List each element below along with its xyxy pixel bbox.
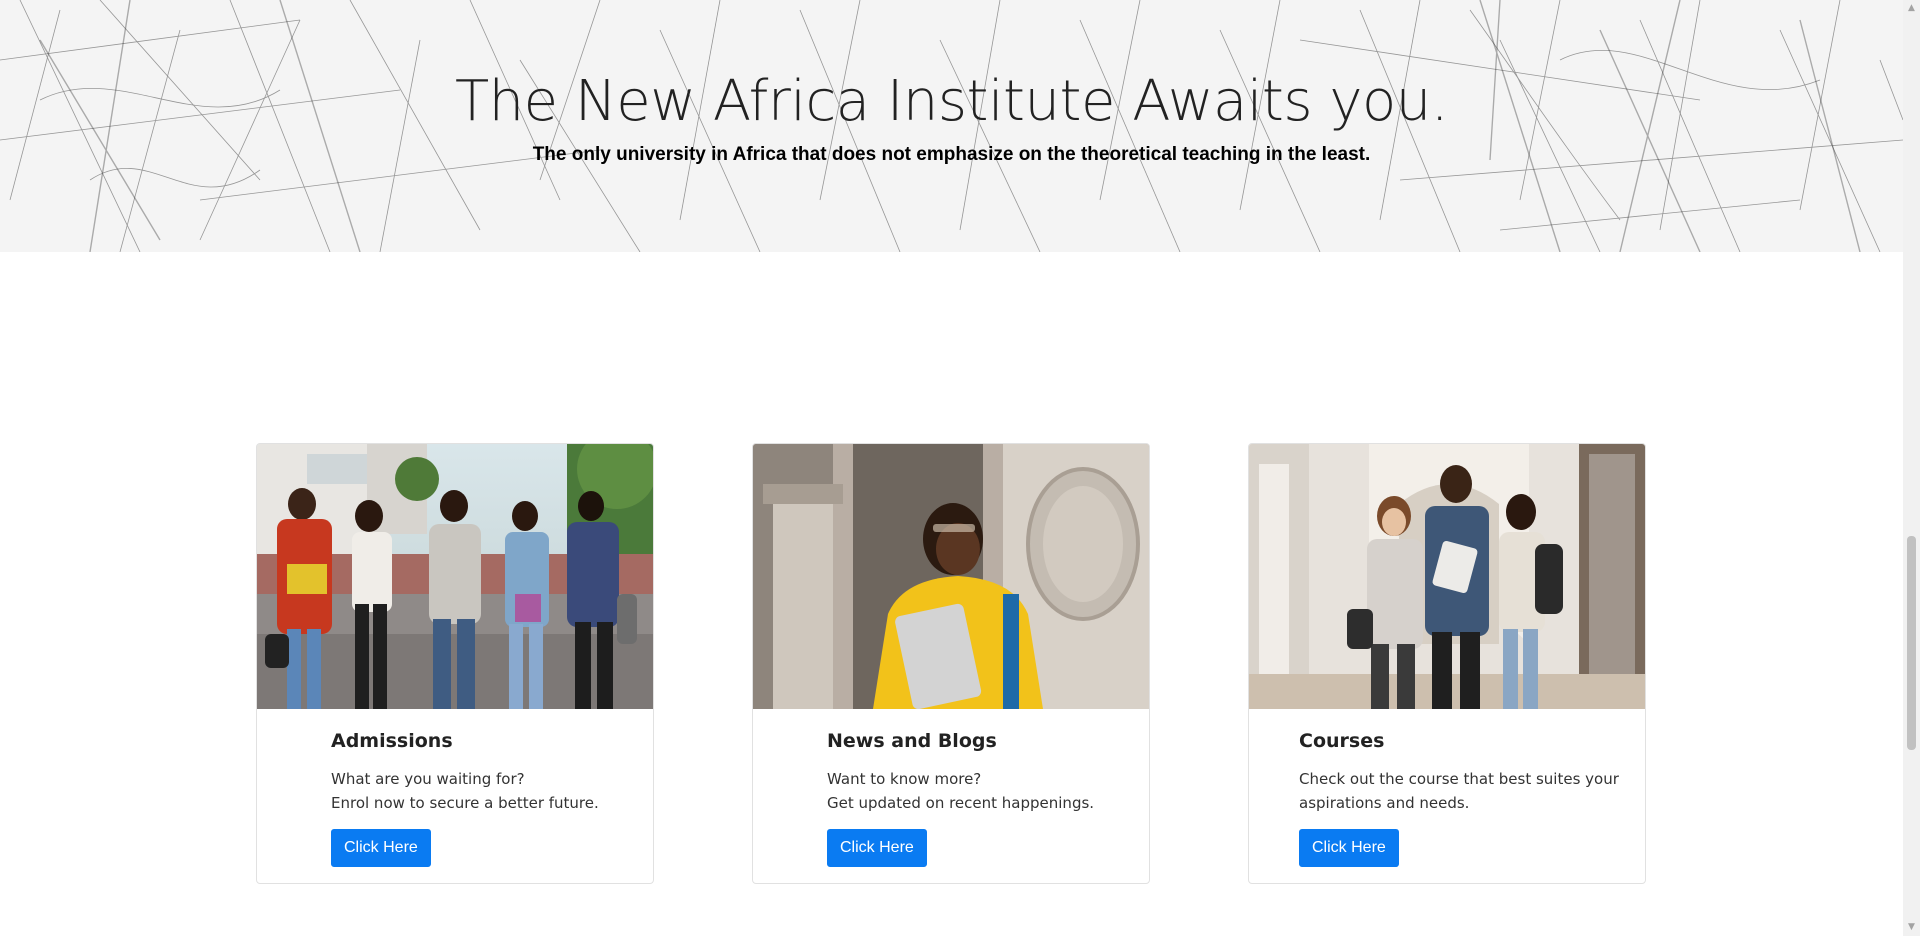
courses-card-text: Check out the course that best suites yo… [1299, 767, 1619, 815]
courses-card-text-line1: Check out the course that best suites yo… [1299, 770, 1619, 788]
courses-click-here-button[interactable]: Click Here [1299, 829, 1399, 867]
scrollbar-thumb[interactable] [1907, 536, 1916, 750]
vertical-scrollbar[interactable]: ▲ ▼ [1903, 0, 1920, 936]
students-walking-photo [257, 444, 653, 709]
admissions-card-title: Admissions [331, 730, 453, 752]
news-and-blogs-card-text-line2: Get updated on recent happenings. [827, 794, 1095, 812]
page: The New Africa Institute Awaits you. The… [0, 0, 1920, 936]
student-holding-laptop-photo [753, 444, 1149, 709]
news-and-blogs-card: News and Blogs Want to know more? Get up… [752, 443, 1150, 884]
news-and-blogs-card-text-line1: Want to know more? [827, 770, 982, 788]
admissions-card-image [257, 444, 653, 709]
hero-title: The New Africa Institute Awaits you. [454, 69, 1449, 134]
courses-card-image [1249, 444, 1645, 709]
hero-banner: The New Africa Institute Awaits you. The… [0, 0, 1903, 252]
news-and-blogs-card-text: Want to know more? Get updated on recent… [827, 767, 1094, 815]
admissions-card-text-line1: What are you waiting for? [331, 770, 525, 788]
hero-subtitle: The only university in Africa that does … [532, 144, 1371, 165]
news-and-blogs-click-here-button[interactable]: Click Here [827, 829, 927, 867]
scroll-down-arrow-icon[interactable]: ▼ [1903, 919, 1920, 936]
admissions-card-text-line2: Enrol now to secure a better future. [331, 794, 599, 812]
admissions-click-here-button[interactable]: Click Here [331, 829, 431, 867]
news-and-blogs-card-title: News and Blogs [827, 730, 997, 752]
news-and-blogs-card-image [753, 444, 1149, 709]
courses-card-text-line2: aspirations and needs. [1299, 794, 1470, 812]
admissions-card-text: What are you waiting for? Enrol now to s… [331, 767, 599, 815]
courses-card-title: Courses [1299, 730, 1385, 752]
admissions-card: Admissions What are you waiting for? Enr… [256, 443, 654, 884]
courses-card: Courses Check out the course that best s… [1248, 443, 1646, 884]
three-students-hallway-photo [1249, 444, 1645, 709]
scroll-up-arrow-icon[interactable]: ▲ [1903, 0, 1920, 17]
